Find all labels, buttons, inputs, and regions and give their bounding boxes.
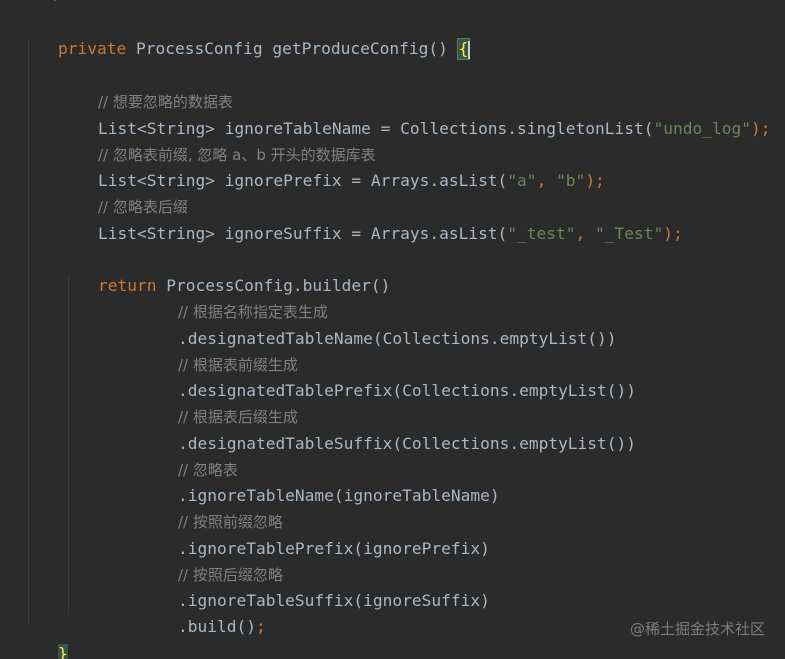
code-line-22[interactable]: } bbox=[19, 615, 68, 659]
string-literal: "_test" bbox=[507, 224, 576, 243]
method-signature: ProcessConfig getProduceConfig() bbox=[126, 39, 458, 58]
code-line-2[interactable]: // 想要忽略的数据表 bbox=[59, 63, 233, 111]
string-literal: "undo_log" bbox=[653, 119, 751, 138]
code-line-1[interactable]: private ProcessConfig getProduceConfig()… bbox=[19, 10, 471, 60]
code-text: .designatedTableSuffix(Collections.empty… bbox=[177, 434, 637, 453]
string-literal: "b" bbox=[556, 171, 586, 190]
string-literal: "a" bbox=[507, 171, 537, 190]
code-line-9[interactable]: // 根据名称指定表生成 bbox=[139, 273, 328, 321]
code-line-11[interactable]: // 根据表前缀生成 bbox=[139, 326, 298, 374]
code-punctuation: ; bbox=[255, 617, 266, 636]
text-caret bbox=[468, 40, 471, 59]
indent-guide bbox=[28, 40, 29, 624]
keyword-private: private bbox=[57, 39, 127, 58]
code-line-20[interactable]: .ignoreTableSuffix(ignoreSuffix) bbox=[139, 562, 490, 610]
code-punctuation: , bbox=[536, 171, 557, 190]
code-line-14[interactable]: .designatedTableSuffix(Collections.empty… bbox=[139, 405, 636, 453]
code-line-12[interactable]: .designatedTablePrefix(Collections.empty… bbox=[139, 352, 636, 400]
code-line-3[interactable]: List<String> ignoreTableName = Collectio… bbox=[59, 90, 770, 138]
code-line-21[interactable]: .build(); bbox=[139, 588, 266, 636]
code-line-5[interactable]: List<String> ignorePrefix = Arrays.asLis… bbox=[59, 142, 605, 190]
previous-comment-fragment: * */ bbox=[28, 0, 62, 4]
code-line-4[interactable]: // 忽略表前缀, 忽略 a、b 开头的数据库表 bbox=[59, 116, 376, 164]
code-punctuation: ); bbox=[663, 224, 683, 243]
code-line-18[interactable]: .ignoreTablePrefix(ignorePrefix) bbox=[139, 510, 490, 558]
code-punctuation: ); bbox=[750, 119, 771, 138]
code-line-16[interactable]: .ignoreTableName(ignoreTableName) bbox=[139, 457, 500, 505]
code-editor[interactable]: * */ private ProcessConfig getProduceCon… bbox=[0, 0, 785, 659]
code-line-7[interactable]: List<String> ignoreSuffix = Arrays.asLis… bbox=[59, 195, 683, 243]
close-brace-match: } bbox=[57, 644, 68, 659]
code-line-19[interactable]: // 按照后缀忽略 bbox=[139, 536, 283, 584]
code-line-15[interactable]: // 忽略表 bbox=[139, 431, 238, 479]
string-literal: "_Test" bbox=[595, 224, 664, 243]
code-line-10[interactable]: .designatedTableName(Collections.emptyLi… bbox=[139, 300, 617, 348]
code-line-17[interactable]: // 按照前缀忽略 bbox=[139, 483, 283, 531]
code-line-6[interactable]: // 忽略表后缀 bbox=[59, 168, 188, 216]
code-text: List<String> ignoreSuffix = Arrays.asLis… bbox=[97, 224, 508, 243]
code-text: .build() bbox=[177, 617, 256, 636]
watermark: @稀土掘金技术社区 bbox=[629, 620, 765, 638]
code-line-8[interactable]: return ProcessConfig.builder() bbox=[59, 247, 390, 295]
code-punctuation: , bbox=[575, 224, 596, 243]
code-punctuation: ); bbox=[585, 171, 605, 190]
indent-guide bbox=[68, 275, 69, 615]
code-line-13[interactable]: // 根据表后缀生成 bbox=[139, 378, 298, 426]
